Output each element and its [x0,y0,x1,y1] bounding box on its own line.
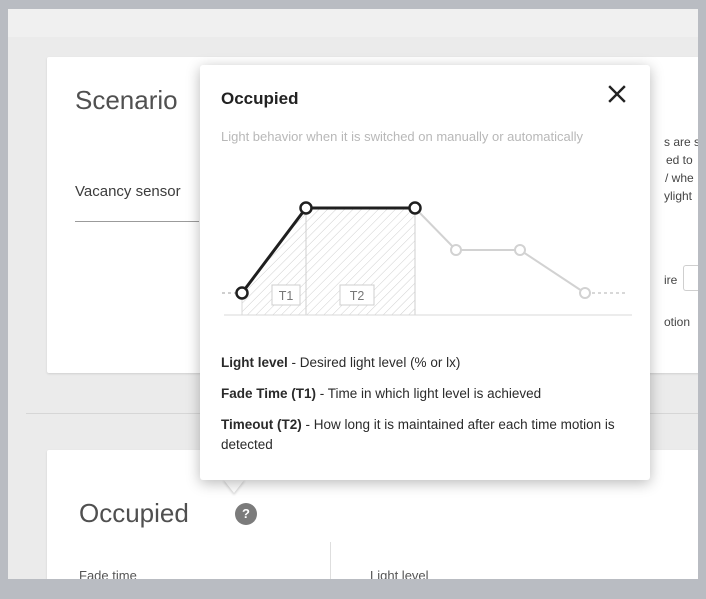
vacancy-select-underline [75,221,199,222]
help-icon[interactable]: ? [235,503,257,525]
vacancy-sensor-select[interactable]: Vacancy sensor [75,183,181,200]
legend-timeout: Timeout (T2) - How long it is maintained… [221,417,615,452]
inactive-point [579,287,591,299]
scenario-title: Scenario [75,85,178,115]
inactive-point [450,244,462,256]
t1-label: T1 [279,289,294,303]
inactive-curve [414,207,586,294]
column-divider [330,542,331,579]
right-label-1: ire [664,273,678,287]
fade-time-label: Fade time [79,568,137,579]
inactive-point [514,244,526,256]
occupied-title: Occupied [79,498,189,528]
light-level-label: Light level [370,568,429,579]
right-input-box[interactable] [683,265,698,291]
right-label-2: otion [664,315,691,329]
t2-label: T2 [350,289,365,303]
scenario-description-line-2: ed to [666,153,693,167]
top-strip [8,9,698,37]
light-behavior-diagram: T1 T2 [222,201,632,316]
popover-arrow [223,479,245,493]
scenario-description-line-1: s are s [664,135,698,149]
scenario-description-line-3: / whe [665,171,694,185]
scenario-description-line-4: ylight [664,189,693,203]
active-point [299,201,313,215]
legend-fade-time: Fade Time (T1) - Time in which light lev… [221,386,542,401]
help-popover: Occupied Light behavior when it is switc… [200,65,650,480]
active-point [408,201,422,215]
legend-light-level: Light level - Desired light level (% or … [221,355,461,370]
active-point [235,286,249,300]
